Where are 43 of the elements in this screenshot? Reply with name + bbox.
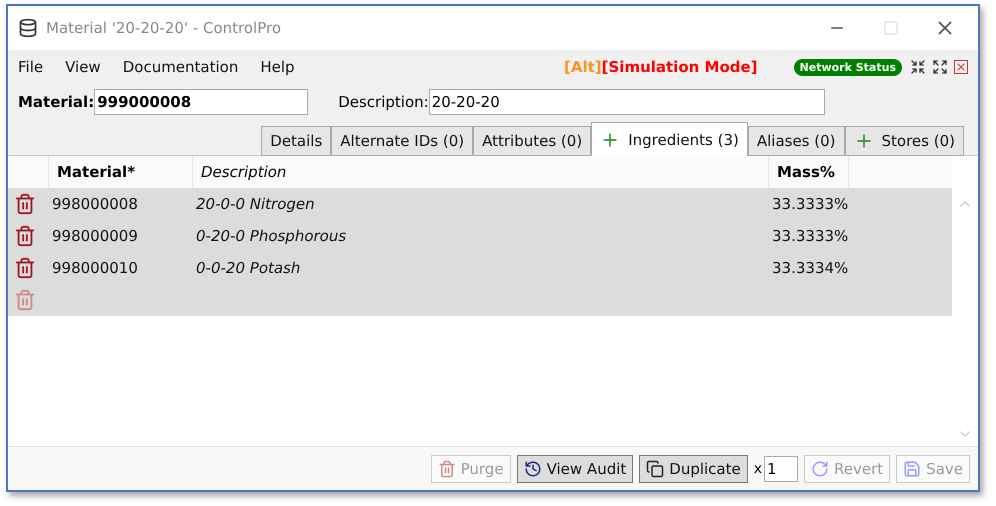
- menu-item[interactable]: Documentation: [122, 58, 238, 76]
- window-title: Material '20-20-20' - ControlPro: [46, 19, 282, 37]
- redo-icon: [811, 460, 830, 478]
- duplicate-button[interactable]: Duplicate: [639, 454, 748, 482]
- tab[interactable]: Stores (0): [844, 126, 964, 156]
- table-cell-text: 0-20-0 Phosphorous: [195, 227, 348, 245]
- tab[interactable]: Aliases (0): [748, 126, 845, 156]
- material-field[interactable]: 999000008: [94, 89, 308, 115]
- floppy-icon: [903, 460, 922, 478]
- trash-icon[interactable]: [14, 257, 36, 279]
- menu-item[interactable]: Help: [260, 58, 295, 76]
- menu-item[interactable]: File: [18, 58, 44, 76]
- audit-button[interactable]: View Audit: [516, 454, 634, 482]
- expand-icon[interactable]: [932, 59, 948, 75]
- tab[interactable]: Details: [261, 126, 332, 156]
- table-cell-text: 998000008: [51, 195, 139, 213]
- history-icon: [524, 460, 542, 478]
- shrink-icon[interactable]: [910, 59, 926, 75]
- times-label: x: [754, 460, 762, 476]
- trash-icon: [438, 460, 456, 478]
- copies-field[interactable]: 1: [764, 456, 798, 482]
- tab[interactable]: Ingredients (3): [591, 122, 748, 156]
- table-cell-text: 33.3333%: [771, 227, 850, 245]
- table-cell-text: 0-0-20 Potash: [195, 259, 302, 277]
- table-cell-text: 33.3333%: [771, 195, 850, 213]
- material-label: Material:: [18, 93, 94, 111]
- trash-icon[interactable]: [14, 225, 36, 247]
- table-cell-text: 998000010: [51, 259, 139, 277]
- database-icon: [18, 18, 38, 38]
- alt-label: [Alt]: [564, 58, 602, 76]
- simulation-mode-label: [Simulation Mode]: [602, 58, 758, 76]
- table-cell-text: 20-0-0 Nitrogen: [195, 195, 316, 213]
- close-icon[interactable]: [954, 60, 968, 74]
- description-label: Description:: [338, 93, 429, 111]
- network-status-badge[interactable]: Network Status: [794, 58, 902, 76]
- menu-item[interactable]: View: [65, 58, 101, 76]
- copy-icon: [646, 460, 664, 478]
- table-cell-text: 998000009: [51, 227, 139, 245]
- trash-icon[interactable]: [14, 193, 36, 215]
- tab[interactable]: Alternate IDs (0): [331, 126, 474, 156]
- table-cell-text: 33.3334%: [771, 259, 850, 277]
- tab[interactable]: Attributes (0): [473, 126, 592, 156]
- description-field[interactable]: 20-20-20: [428, 89, 825, 115]
